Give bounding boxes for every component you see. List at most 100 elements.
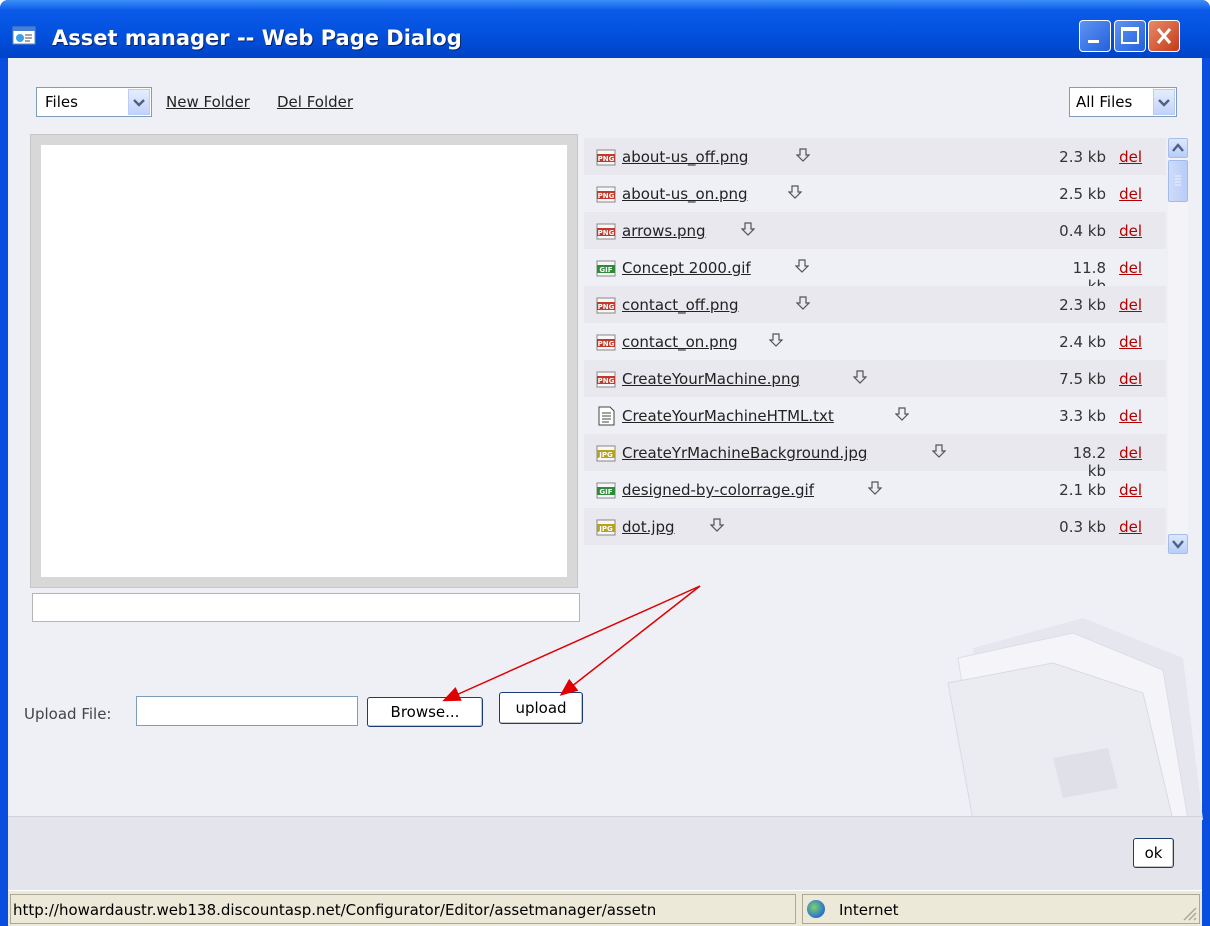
del-folder-link[interactable]: Del Folder <box>277 93 353 111</box>
svg-text:GIF: GIF <box>599 488 612 496</box>
close-button[interactable] <box>1148 20 1180 52</box>
preview-frame <box>30 134 578 588</box>
png-file-icon: PNG <box>596 297 616 314</box>
file-row[interactable]: JPG CreateYrMachineBackground.jpg 18.2 kb d… <box>584 434 1166 480</box>
file-row[interactable]: GIF designed-by-colorrage.gif 2.1 kb del <box>584 471 1166 508</box>
file-name-link[interactable]: contact_off.png <box>622 296 738 314</box>
scroll-thumb[interactable] <box>1168 160 1188 202</box>
download-arrow-icon[interactable] <box>788 184 802 200</box>
svg-text:PNG: PNG <box>598 229 615 237</box>
png-file-icon: PNG <box>596 186 616 203</box>
ok-button[interactable]: ok <box>1133 838 1174 868</box>
dialog-window: Asset manager -- Web Page Dialog Files N… <box>0 0 1210 926</box>
file-name-link[interactable]: dot.jpg <box>622 518 675 536</box>
svg-text:JPG: JPG <box>598 451 613 459</box>
png-file-icon: PNG <box>596 334 616 351</box>
download-arrow-icon[interactable] <box>796 295 810 311</box>
folder-select[interactable]: Files <box>36 87 152 117</box>
minimize-button[interactable] <box>1079 20 1111 52</box>
minimize-icon <box>1088 40 1099 43</box>
status-url: http://howardaustr.web138.discountasp.ne… <box>10 894 796 924</box>
file-name-link[interactable]: arrows.png <box>622 222 706 240</box>
download-arrow-icon[interactable] <box>741 221 755 237</box>
file-row[interactable]: PNG CreateYourMachine.png 7.5 kb del <box>584 360 1166 397</box>
grip-icon <box>1175 175 1181 186</box>
security-zone: Internet <box>802 894 1200 924</box>
image-preview <box>41 145 567 577</box>
file-type-filter-value: All Files <box>1076 93 1133 111</box>
asset-manager-panel: Files New Folder Del Folder All Files PN… <box>8 58 1203 820</box>
file-name-link[interactable]: about-us_off.png <box>622 148 748 166</box>
png-file-icon: PNG <box>596 371 616 388</box>
delete-file-link[interactable]: del <box>1119 333 1142 351</box>
close-icon <box>1156 28 1172 44</box>
file-name-link[interactable]: contact_on.png <box>622 333 738 351</box>
preview-caption-field <box>32 593 580 622</box>
file-name-link[interactable]: designed-by-colorrage.gif <box>622 481 814 499</box>
download-arrow-icon[interactable] <box>710 517 724 533</box>
delete-file-link[interactable]: del <box>1119 296 1142 314</box>
status-bar: http://howardaustr.web138.discountasp.ne… <box>8 890 1202 926</box>
file-row[interactable]: PNG contact_on.png 2.4 kb del <box>584 323 1166 360</box>
upload-file-input[interactable] <box>136 696 358 726</box>
gif-file-icon: GIF <box>596 482 616 499</box>
scroll-up-button[interactable] <box>1168 138 1188 158</box>
chevron-down-icon[interactable] <box>1153 89 1175 115</box>
file-row[interactable]: PNG contact_off.png 2.3 kb del <box>584 286 1166 323</box>
file-row[interactable]: PNG about-us_off.png 2.3 kb del <box>584 138 1166 175</box>
file-list[interactable]: PNG about-us_off.png 2.3 kb del PNG about-us_… <box>584 138 1166 552</box>
file-row[interactable]: PNG arrows.png 0.4 kb del <box>584 212 1166 249</box>
file-name-link[interactable]: about-us_on.png <box>622 185 748 203</box>
maximize-button[interactable] <box>1114 20 1146 52</box>
delete-file-link[interactable]: del <box>1119 222 1142 240</box>
download-arrow-icon[interactable] <box>769 332 783 348</box>
download-arrow-icon[interactable] <box>795 258 809 274</box>
file-name-link[interactable]: CreateYrMachineBackground.jpg <box>622 444 867 462</box>
annotation-arrow-to-upload <box>559 585 701 696</box>
delete-file-link[interactable]: del <box>1119 444 1142 462</box>
file-name-link[interactable]: CreateYourMachineHTML.txt <box>622 407 834 425</box>
file-type-filter-select[interactable]: All Files <box>1069 87 1177 117</box>
delete-file-link[interactable]: del <box>1119 185 1142 203</box>
delete-file-link[interactable]: del <box>1119 148 1142 166</box>
download-arrow-icon[interactable] <box>853 369 867 385</box>
file-row[interactable]: CreateYourMachineHTML.txt 3.3 kb del <box>584 397 1166 434</box>
file-name-link[interactable]: CreateYourMachine.png <box>622 370 800 388</box>
folder-watermark-icon <box>947 618 1203 820</box>
chevron-up-icon <box>1172 143 1184 152</box>
svg-text:PNG: PNG <box>598 192 615 200</box>
folder-select-value: Files <box>45 93 78 111</box>
file-list-scrollbar[interactable] <box>1168 138 1188 554</box>
dialog-client-area: Files New Folder Del Folder All Files PN… <box>8 58 1203 890</box>
delete-file-link[interactable]: del <box>1119 407 1142 425</box>
delete-file-link[interactable]: del <box>1119 481 1142 499</box>
download-arrow-icon[interactable] <box>895 406 909 422</box>
new-folder-link[interactable]: New Folder <box>166 93 250 111</box>
delete-file-link[interactable]: del <box>1119 370 1142 388</box>
title-bar[interactable]: Asset manager -- Web Page Dialog <box>0 0 1210 58</box>
upload-button[interactable]: upload <box>499 692 583 724</box>
jpg-file-icon: JPG <box>596 445 616 462</box>
file-name-link[interactable]: Concept 2000.gif <box>622 259 751 277</box>
browse-button[interactable]: Browse... <box>367 697 483 727</box>
file-row[interactable]: JPG dot.jpg 0.3 kb del <box>584 508 1166 545</box>
svg-text:GIF: GIF <box>599 266 612 274</box>
file-row[interactable]: PNG about-us_on.png 2.5 kb del <box>584 175 1166 212</box>
file-row[interactable]: GIFConcept 2000.gif11.8 kbdel <box>584 249 1166 295</box>
upload-file-label: Upload File: <box>24 705 112 723</box>
txt-file-icon <box>598 406 615 426</box>
maximize-icon <box>1121 27 1139 44</box>
delete-file-link[interactable]: del <box>1119 518 1142 536</box>
download-arrow-icon[interactable] <box>796 147 810 163</box>
download-arrow-icon[interactable] <box>868 480 882 496</box>
svg-text:PNG: PNG <box>598 377 615 385</box>
svg-text:JPG: JPG <box>598 525 613 533</box>
svg-text:PNG: PNG <box>598 340 615 348</box>
scroll-down-button[interactable] <box>1168 534 1188 554</box>
resize-grip-icon[interactable] <box>1181 905 1197 921</box>
gif-file-icon: GIF <box>596 260 616 277</box>
chevron-down-icon[interactable] <box>128 89 150 115</box>
delete-file-link[interactable]: del <box>1119 259 1142 277</box>
download-arrow-icon[interactable] <box>932 443 946 459</box>
globe-icon <box>807 900 825 918</box>
